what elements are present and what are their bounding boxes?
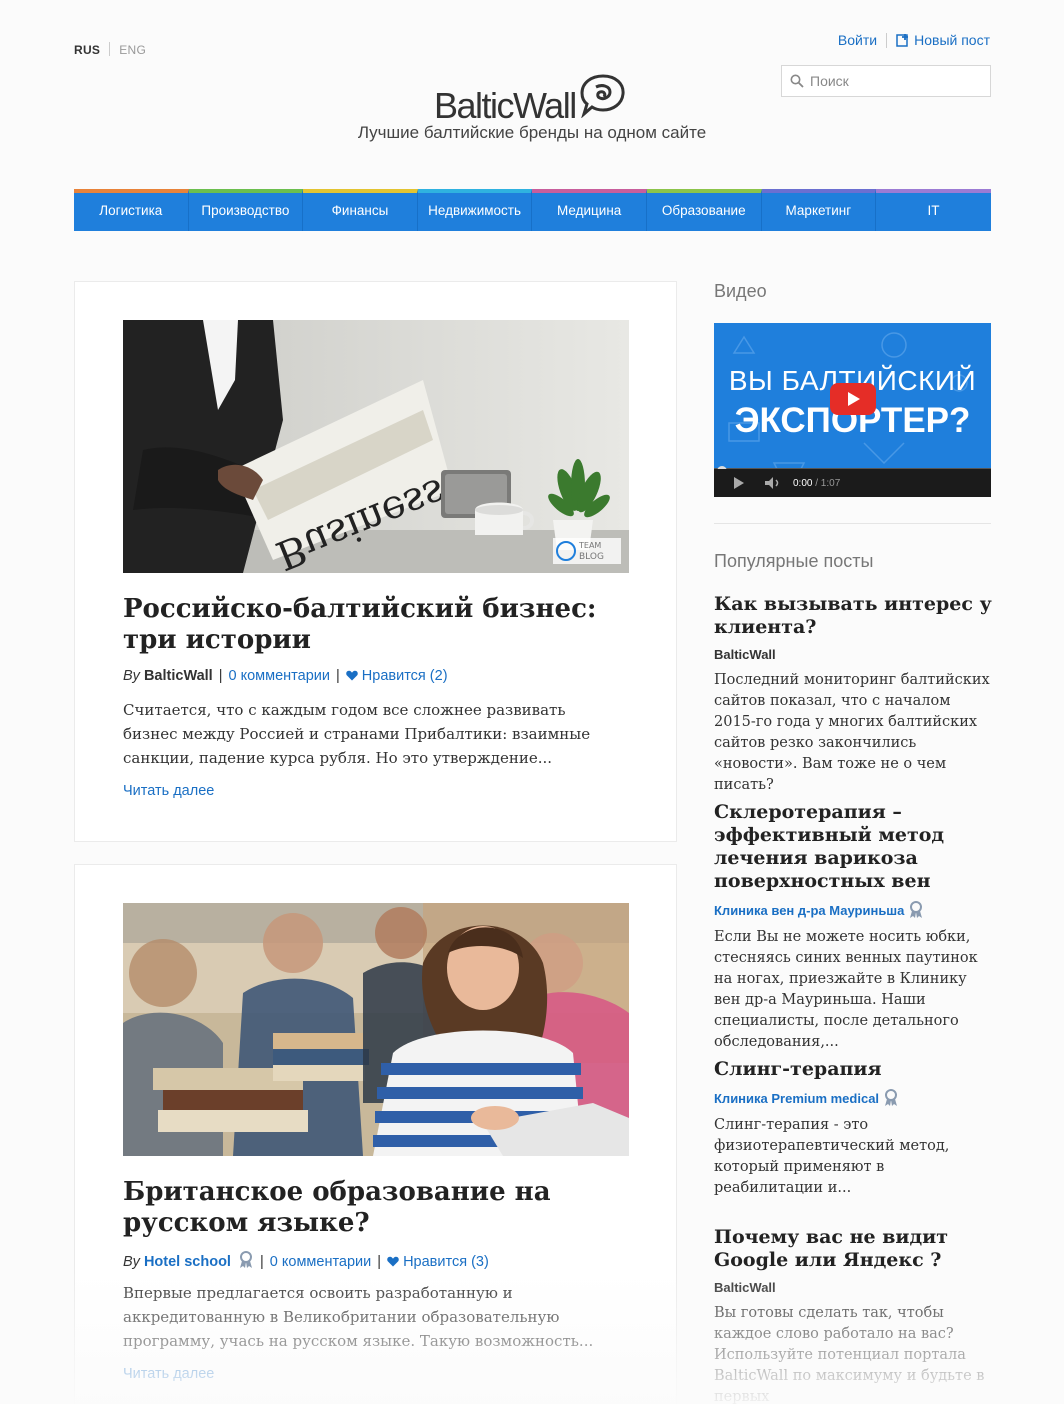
article-excerpt: Считается, что с каждым годом все сложне…: [123, 701, 591, 767]
category-nav: Логистика Производство Финансы Недвижимо…: [74, 189, 991, 231]
lang-rus-link[interactable]: RUS: [74, 43, 100, 57]
video-duration: / 1:07: [815, 478, 841, 489]
read-more-link[interactable]: Читать далее: [123, 1366, 214, 1382]
verified-badge-icon: [885, 1089, 898, 1106]
divider: [886, 32, 888, 48]
article-meta: By BalticWall | 0 комментарии | Нравится (2…: [123, 668, 448, 684]
nav-item-label: Логистика: [99, 203, 163, 218]
popular-post-title[interactable]: Почему вас не видит Google или Яндекс ?: [714, 1226, 994, 1272]
new-post-link[interactable]: Новый пост: [896, 32, 990, 48]
nav-item-label: Финансы: [331, 203, 389, 218]
like-button[interactable]: Нравится (3): [387, 1254, 489, 1270]
search-box: [781, 65, 991, 97]
by-label: By: [123, 1254, 140, 1270]
divider: [109, 42, 111, 56]
popular-post: Как вызывать интерес у клиента? BalticWa…: [714, 593, 994, 796]
search-icon: [790, 74, 804, 88]
article-author[interactable]: BalticWall: [144, 668, 213, 684]
article-image[interactable]: Business TEAM BLOG: [123, 320, 629, 573]
popular-post-author[interactable]: BalticWall: [714, 647, 994, 662]
article-title[interactable]: Российско-балтийский бизнес: три истории: [123, 594, 623, 656]
nav-item-production[interactable]: Производство: [188, 189, 304, 231]
popular-post: Слинг-терапия Клиника Premium medical Сл…: [714, 1058, 994, 1199]
popular-post-excerpt: Вы готовы сделать так, чтобы каждое слов…: [714, 1305, 985, 1404]
nav-item-label: Маркетинг: [785, 203, 852, 218]
popular-post-author[interactable]: Клиника вен д-ра Мауриньша: [714, 901, 994, 919]
volume-icon[interactable]: [764, 476, 782, 490]
nav-item-marketing[interactable]: Маркетинг: [761, 189, 877, 231]
divider: [714, 523, 991, 524]
popular-post: Склеротерапия – эффективный метод лечени…: [714, 801, 994, 1053]
popular-post-title[interactable]: Слинг-терапия: [714, 1058, 994, 1081]
popular-post-title[interactable]: Склеротерапия – эффективный метод лечени…: [714, 801, 994, 893]
logo-text: BalticWall: [434, 85, 577, 126]
new-post-label: Новый пост: [914, 32, 990, 48]
popular-post-author-name: Клиника вен д-ра Мауриньша: [714, 902, 905, 918]
article-card: Business TEAM BLOG Российско-балтийский …: [74, 281, 677, 842]
video-time: 0:00 / 1:07: [793, 478, 840, 489]
nav-item-real-estate[interactable]: Недвижимость: [417, 189, 533, 231]
play-button-icon[interactable]: [830, 383, 876, 415]
language-switch: RUS ENG: [74, 42, 146, 57]
nav-item-label: Производство: [201, 203, 290, 218]
popular-post: Почему вас не видит Google или Яндекс ? …: [714, 1226, 994, 1404]
site-logo[interactable]: BalticWall: [434, 68, 628, 124]
like-count: Нравится (2): [361, 668, 448, 684]
nav-item-label: Медицина: [557, 203, 622, 218]
like-button[interactable]: Нравится (2): [346, 668, 448, 684]
site-tagline: Лучшие балтийские бренды на одном сайте: [357, 123, 707, 142]
article-author[interactable]: Hotel school: [144, 1254, 231, 1270]
article-meta: By Hotel school | 0 комментарии | Нравится…: [123, 1251, 489, 1270]
verified-badge-icon: [910, 901, 923, 918]
nav-item-label: IT: [927, 203, 940, 218]
popular-post-title[interactable]: Как вызывать интерес у клиента?: [714, 593, 994, 639]
nav-item-education[interactable]: Образование: [646, 189, 762, 231]
top-links: Войти Новый пост: [838, 32, 990, 48]
login-link[interactable]: Войти: [838, 32, 877, 48]
article-excerpt: Впервые предлагается освоить разработанн…: [123, 1284, 594, 1350]
popular-post-excerpt: Если Вы не можете носить юбки, стесняясь…: [714, 929, 978, 1050]
new-post-icon: [896, 34, 909, 47]
popular-post-author-name: Клиника Premium medical: [714, 1090, 880, 1106]
comments-link[interactable]: 0 комментарии: [270, 1254, 371, 1270]
heart-icon: [346, 670, 358, 681]
popular-heading: Популярные посты: [714, 551, 874, 571]
nav-item-logistics[interactable]: Логистика: [74, 189, 189, 231]
video-player[interactable]: ВЫ БАЛТИЙСКИЙ ЭКСПОРТЕР? 0:00 / 1:07: [714, 323, 991, 497]
popular-post-excerpt: Слинг-терапия - это физиотерапевтический…: [714, 1117, 950, 1196]
lang-eng-link[interactable]: ENG: [119, 43, 146, 57]
nav-item-it[interactable]: IT: [876, 189, 991, 231]
svg-text:BLOG: BLOG: [579, 552, 604, 562]
video-current-time: 0:00: [793, 478, 813, 489]
nav-item-label: Образование: [661, 203, 746, 218]
like-count: Нравится (3): [403, 1254, 489, 1270]
svg-text:TEAM: TEAM: [578, 541, 601, 550]
logo-bubble-icon: [580, 74, 625, 118]
read-more-link[interactable]: Читать далее: [123, 783, 214, 799]
comments-link[interactable]: 0 комментарии: [229, 668, 330, 684]
article-card: Британское образование на русском языке?…: [74, 864, 677, 1404]
popular-post-excerpt: Последний мониторинг балтийских сайтов п…: [714, 672, 990, 793]
nav-item-medicine[interactable]: Медицина: [532, 189, 647, 231]
popular-post-author[interactable]: Клиника Premium medical: [714, 1089, 994, 1107]
article-image[interactable]: [123, 903, 629, 1156]
video-controls: 0:00 / 1:07: [714, 469, 991, 497]
heart-icon: [387, 1256, 399, 1267]
popular-post-author[interactable]: BalticWall: [714, 1280, 994, 1295]
video-heading: Видео: [714, 281, 767, 301]
article-title[interactable]: Британское образование на русском языке?: [123, 1177, 623, 1239]
nav-item-finance[interactable]: Финансы: [303, 189, 418, 231]
verified-badge-icon: [240, 1251, 252, 1268]
search-input[interactable]: [810, 73, 980, 89]
by-label: By: [123, 668, 140, 684]
play-icon[interactable]: [732, 476, 746, 490]
nav-item-label: Недвижимость: [428, 203, 522, 218]
